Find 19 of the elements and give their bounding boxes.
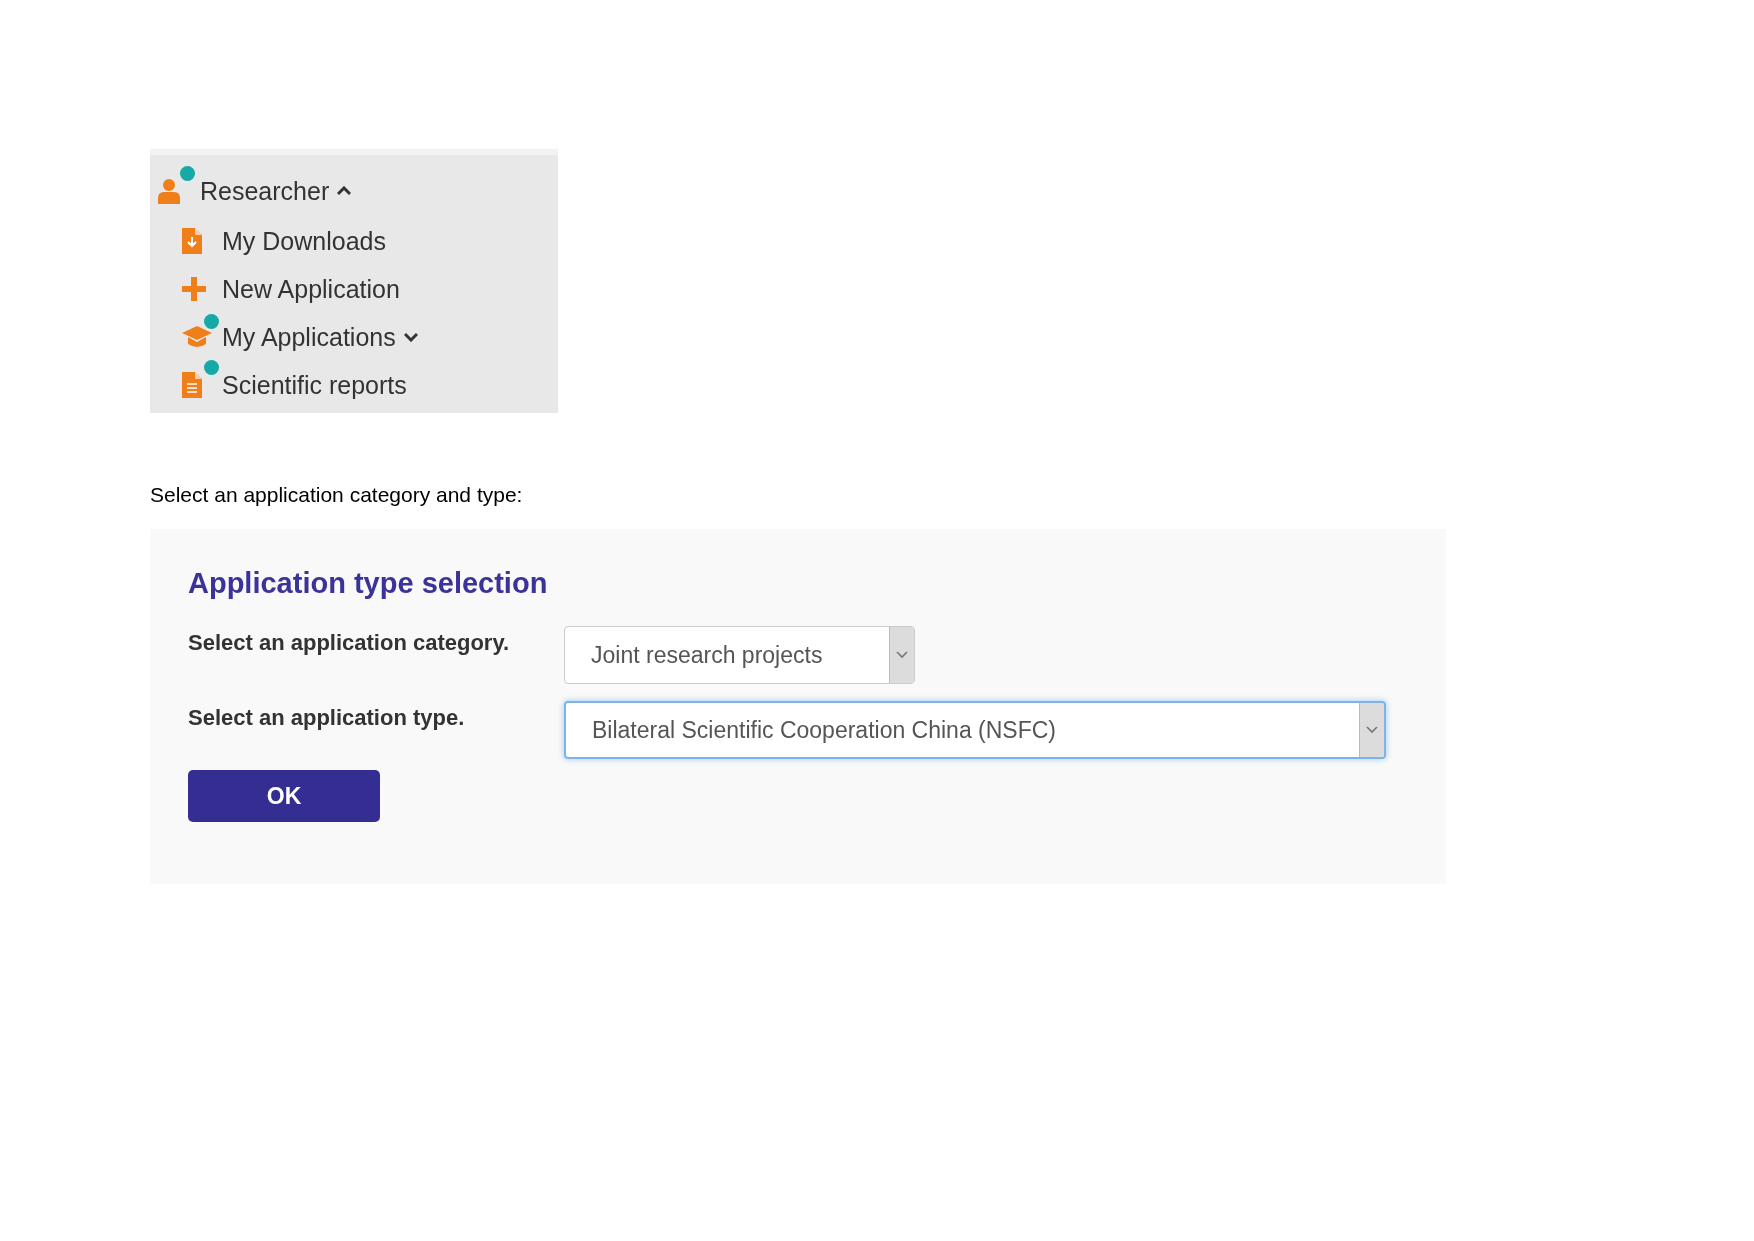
document-icon <box>182 372 202 398</box>
menu-item[interactable]: My Downloads <box>150 217 558 265</box>
dropdown-field[interactable]: Joint research projects <box>564 626 915 684</box>
graduation-cap-icon <box>182 326 212 348</box>
dropdown-field[interactable]: Bilateral Scientific Cooperation China (NSFC) <box>564 701 1386 759</box>
chevron-down-icon <box>1366 726 1378 734</box>
plus-icon <box>182 277 206 301</box>
field-label: Select an application category. <box>188 629 511 656</box>
menu-item[interactable]: Scientific reports <box>150 361 558 409</box>
chevron-down-icon <box>896 651 908 659</box>
field-label: Select an application type. <box>188 704 466 731</box>
document-download-icon <box>182 228 202 254</box>
menu-header[interactable]: Researcher <box>150 165 558 217</box>
person-icon <box>158 178 180 204</box>
instruction-text: Select an application category and type: <box>150 483 523 507</box>
ok-button[interactable]: OK <box>188 770 380 822</box>
form-title: Application type selection <box>188 567 549 600</box>
menu-item[interactable]: New Application <box>150 265 558 313</box>
menu-item[interactable]: My Applications <box>150 313 558 361</box>
